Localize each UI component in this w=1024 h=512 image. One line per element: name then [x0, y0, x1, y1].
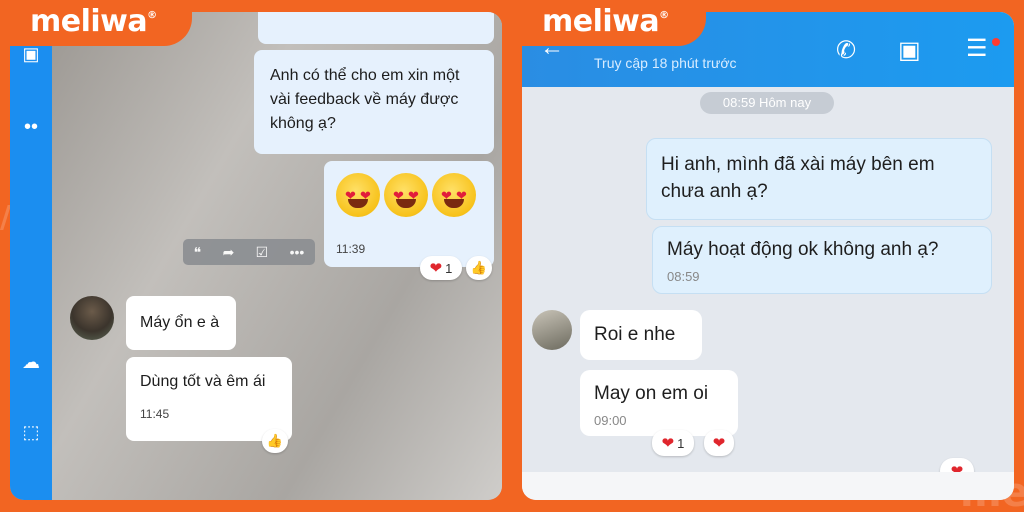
message-outgoing-emoji[interactable]: ❤ ❤ ❤ ❤ ❤ ❤ 11:39	[324, 161, 494, 267]
notification-dot	[992, 38, 1000, 46]
message-text: May on em oi	[594, 383, 709, 404]
screenshot-icon[interactable]: ⬚	[18, 422, 44, 443]
message-text: Roi e nhe	[594, 324, 676, 345]
messenger-screenshot: ▣ •• ☁ ⬚ Anh có thể cho em xin một vài f…	[10, 12, 502, 500]
heart-reaction[interactable]: ❤ 1	[420, 256, 462, 280]
menu-icon[interactable]: ☰	[966, 34, 988, 63]
message-incoming[interactable]: Dùng tốt và êm ái 11:45	[126, 357, 292, 441]
phone-icon[interactable]: ✆	[836, 36, 856, 65]
message-time: 11:45	[140, 407, 170, 421]
cloud-icon[interactable]: ☁	[18, 352, 44, 373]
more-icon[interactable]: ••	[18, 116, 44, 139]
thumbs-up-icon: 👍	[266, 433, 284, 448]
like-reaction-button[interactable]: 👍	[466, 256, 492, 280]
message-bubble-clipped	[258, 12, 494, 44]
message-incoming[interactable]: Roi e nhe	[580, 310, 702, 360]
todo-icon[interactable]: ☑	[256, 244, 269, 261]
message-text: Dùng tốt và êm ái	[140, 373, 266, 390]
heart-icon: ❤	[661, 435, 675, 452]
more-options-icon[interactable]: •••	[290, 244, 305, 260]
avatar[interactable]	[532, 310, 572, 350]
heart-react-button[interactable]: ❤	[704, 430, 734, 456]
message-text: Máy ổn e à	[140, 314, 220, 331]
message-incoming[interactable]: Máy ổn e à	[126, 296, 236, 350]
message-outgoing[interactable]: Máy hoạt động ok không anh ạ? 08:59	[652, 226, 992, 294]
brand-logo: meliwa®	[522, 0, 706, 46]
message-action-bar: ❝ ➦ ☑ •••	[183, 239, 315, 265]
zalo-screenshot: ← ni Truy cập 18 phút trước ✆ ▣ ☰ 08:59 …	[522, 12, 1014, 500]
message-text: Máy hoạt động ok không anh ạ?	[667, 239, 939, 260]
heart-reaction[interactable]: ❤ 1	[652, 430, 694, 456]
message-outgoing[interactable]: Hi anh, mình đã xài máy bên em chưa anh …	[646, 138, 992, 220]
brand-logo: meliwa®	[10, 0, 192, 46]
thumbs-up-icon: 👍	[470, 260, 488, 275]
contacts-icon[interactable]: ▣	[18, 44, 44, 65]
heart-eyes-emoji-icon: ❤ ❤	[432, 173, 476, 217]
message-incoming[interactable]: May on em oi 09:00	[580, 370, 738, 436]
quote-icon[interactable]: ❝	[194, 244, 202, 261]
video-call-icon[interactable]: ▣	[898, 36, 921, 65]
forward-icon[interactable]: ➦	[223, 244, 235, 261]
message-text: Hi anh, mình đã xài máy bên em chưa anh …	[661, 154, 935, 202]
bottom-bar	[522, 472, 1014, 500]
avatar[interactable]	[70, 296, 114, 340]
reaction-count: 1	[445, 260, 453, 276]
message-time: 11:39	[336, 242, 366, 256]
last-seen-status: Truy cập 18 phút trước	[594, 55, 737, 71]
message-text: Anh có thể cho em xin một vài feedback v…	[270, 67, 460, 132]
messenger-sidebar: ▣ •• ☁ ⬚	[10, 12, 52, 500]
message-outgoing[interactable]: Anh có thể cho em xin một vài feedback v…	[254, 50, 494, 154]
heart-eyes-emoji-icon: ❤ ❤	[336, 173, 380, 217]
emoji-row: ❤ ❤ ❤ ❤ ❤ ❤	[336, 173, 484, 225]
reaction-count: 1	[677, 435, 685, 451]
chat-area: Anh có thể cho em xin một vài feedback v…	[52, 12, 502, 500]
heart-eyes-emoji-icon: ❤ ❤	[384, 173, 428, 217]
date-separator: 08:59 Hôm nay	[700, 92, 834, 114]
heart-icon: ❤	[429, 260, 443, 277]
heart-icon: ❤	[712, 435, 726, 452]
like-reaction-button[interactable]: 👍	[262, 429, 288, 453]
message-time: 08:59	[667, 269, 700, 284]
